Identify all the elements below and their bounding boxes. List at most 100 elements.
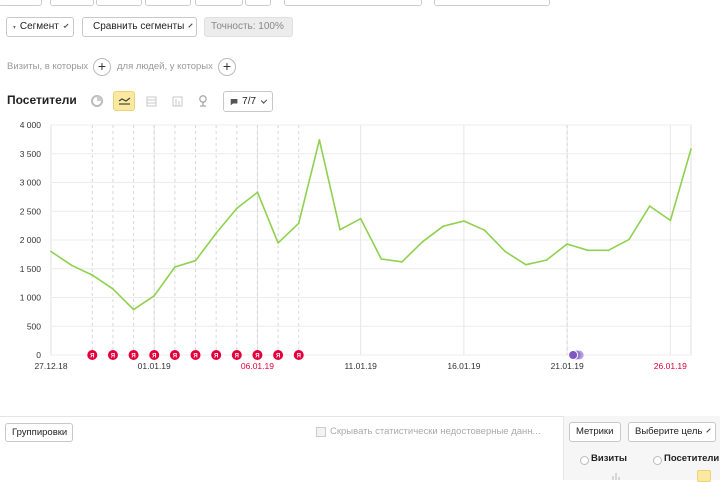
data-point <box>339 228 341 231</box>
holiday-marker-glyph: Я <box>214 354 218 360</box>
line-chart-button[interactable] <box>113 91 135 111</box>
data-point <box>607 249 610 252</box>
data-point <box>359 217 362 220</box>
pin-icon <box>199 95 207 107</box>
column-visitors-header: Посетители <box>664 453 720 464</box>
x-tick-label: 26.01.19 <box>654 361 687 371</box>
data-point <box>70 264 73 267</box>
sort-visits-radio[interactable] <box>580 456 589 465</box>
accuracy-button[interactable]: Точность: 100% <box>204 17 293 37</box>
data-point <box>566 243 569 245</box>
filter-icon <box>13 25 16 29</box>
period-button-month[interactable] <box>145 0 191 6</box>
metrics-button[interactable]: Метрики <box>569 422 621 442</box>
data-point <box>463 220 465 222</box>
x-tick-label: 16.01.19 <box>447 361 480 371</box>
data-point <box>524 263 527 266</box>
holiday-marker-glyph: Я <box>255 354 259 360</box>
groupings-label: Группировки <box>12 426 68 438</box>
period-button-quarter[interactable] <box>195 0 243 6</box>
annotations-count: 7/7 <box>242 95 257 107</box>
date-range-picker[interactable] <box>284 0 422 6</box>
line-chart-icon <box>118 97 130 105</box>
holiday-marker-glyph: Я <box>297 354 301 360</box>
compare-segments-label: Сравнить сегменты <box>93 21 185 32</box>
y-tick-label: 2 500 <box>20 206 42 216</box>
column-chart-toggle[interactable] <box>697 470 711 482</box>
chevron-down-icon <box>706 428 711 433</box>
sort-visitors-radio[interactable] <box>653 456 662 465</box>
add-visit-condition-button[interactable]: + <box>93 58 111 76</box>
x-tick-label: 06.01.19 <box>241 361 274 371</box>
data-point <box>235 207 238 210</box>
data-point <box>648 205 651 207</box>
segment-button[interactable]: Сегмент <box>6 17 74 37</box>
data-point <box>421 240 424 243</box>
data-point <box>91 274 94 276</box>
groupings-button[interactable]: Группировки <box>5 423 73 442</box>
period-button-yesterday[interactable] <box>50 0 94 6</box>
y-tick-label: 0 <box>36 350 41 360</box>
stacked-chart-icon <box>146 96 156 106</box>
data-point <box>690 148 692 151</box>
hide-unreliable-label: Скрывать статистически недостоверные дан… <box>330 426 541 437</box>
holiday-marker-glyph: Я <box>111 354 115 360</box>
data-point <box>256 191 259 194</box>
data-point <box>194 259 197 262</box>
data-point <box>380 258 383 260</box>
pie-chart-button[interactable] <box>86 91 108 111</box>
data-point <box>153 294 156 297</box>
data-point <box>483 229 486 232</box>
data-point <box>50 250 52 253</box>
data-point <box>442 225 445 228</box>
people-condition-label: для людей, у которых <box>117 61 213 72</box>
x-tick-label: 27.12.18 <box>34 361 67 371</box>
column-chart-icon[interactable] <box>611 472 621 480</box>
data-point <box>586 249 589 252</box>
map-chart-button[interactable] <box>192 91 214 111</box>
data-point <box>132 308 135 311</box>
data-point <box>545 259 548 262</box>
area-chart-button[interactable] <box>140 91 162 111</box>
report-title: Посетители <box>7 93 77 107</box>
goal-select[interactable]: Выберите цель <box>628 422 716 442</box>
y-tick-label: 2 000 <box>20 235 42 245</box>
y-tick-label: 1 500 <box>20 264 42 274</box>
data-point <box>669 219 672 222</box>
column-visits-header: Визиты <box>591 453 628 464</box>
detail-select[interactable] <box>434 0 550 6</box>
chevron-down-icon <box>260 96 268 104</box>
holiday-marker-glyph: Я <box>193 354 197 360</box>
period-button-week[interactable] <box>96 0 142 6</box>
bar-chart-button[interactable] <box>166 91 188 111</box>
series-line-visitors <box>50 139 692 311</box>
data-point <box>173 266 176 268</box>
goal-select-label: Выберите цель <box>635 426 703 437</box>
data-point <box>215 232 218 234</box>
period-button-today[interactable] <box>0 0 42 6</box>
data-point <box>318 139 321 141</box>
metrics-label: Метрики <box>576 426 614 437</box>
period-button-year[interactable] <box>245 0 271 6</box>
y-tick-label: 3 500 <box>20 149 42 159</box>
y-tick-label: 3 000 <box>20 178 42 188</box>
pie-chart-icon <box>91 95 103 107</box>
bar-chart-icon <box>172 96 182 106</box>
x-tick-label: 01.01.19 <box>138 361 171 371</box>
y-tick-label: 500 <box>27 321 41 331</box>
x-tick-label: 21.01.19 <box>551 361 584 371</box>
annotations-button[interactable]: 7/7 <box>223 91 273 112</box>
data-point <box>297 222 300 225</box>
holiday-marker-glyph: Я <box>235 354 239 360</box>
chevron-down-icon <box>63 22 69 29</box>
holiday-marker-glyph: Я <box>173 354 177 360</box>
segment-button-label: Сегмент <box>19 21 59 32</box>
holiday-marker-glyph: Я <box>131 354 135 360</box>
visits-condition-label: Визиты, в которых <box>7 61 89 72</box>
hide-unreliable-checkbox[interactable] <box>316 427 326 437</box>
compare-segments-button[interactable]: Сравнить сегменты <box>82 17 197 37</box>
add-people-condition-button[interactable]: + <box>218 58 236 76</box>
visitors-line-chart: 0 500 1 000 1 500 2 000 2 500 3 000 3 500 4 000 2… <box>20 120 692 371</box>
comment-icon <box>230 98 238 105</box>
data-point <box>112 287 114 290</box>
